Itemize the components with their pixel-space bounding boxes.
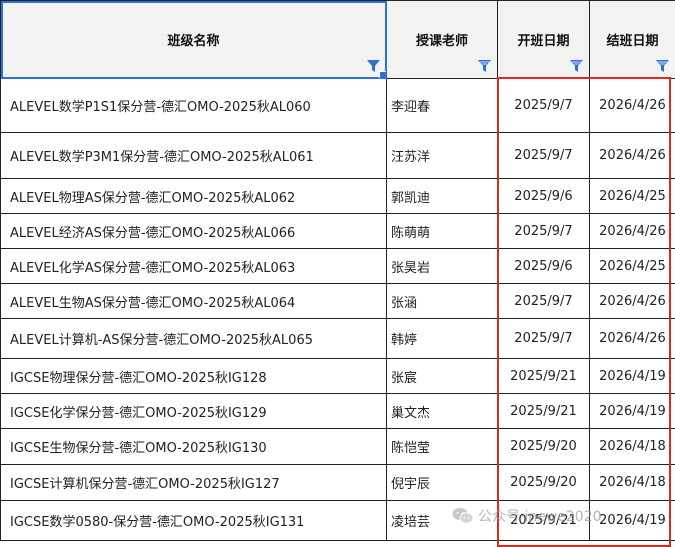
cell-teacher[interactable]: 张宸 bbox=[387, 359, 498, 394]
cell-start-date[interactable]: 2025/9/7 bbox=[498, 284, 590, 319]
table-row: ALEVEL经济AS保分营-德汇OMO-2025秋AL066 陈萌萌 2025/… bbox=[1, 214, 675, 249]
header-start-date[interactable]: 开班日期 bbox=[498, 1, 590, 79]
cell-start-date[interactable]: 2025/9/21 bbox=[498, 394, 590, 429]
spreadsheet-table: 班级名称 授课老师 开班日期 结班日期 ALEVEL数学P1S1保分营-德汇OM… bbox=[0, 0, 675, 541]
cell-teacher[interactable]: 陈恺莹 bbox=[387, 429, 498, 465]
filter-icon[interactable] bbox=[478, 60, 491, 72]
table-row: IGCSE物理保分营-德汇OMO-2025秋IG128 张宸 2025/9/21… bbox=[1, 359, 675, 394]
table-row: IGCSE数学0580-保分营-德汇OMO-2025秋IG131 凌培芸 202… bbox=[1, 501, 675, 541]
cell-end-date[interactable]: 2026/4/19 bbox=[590, 501, 675, 541]
cell-start-date[interactable]: 2025/9/6 bbox=[498, 249, 590, 284]
cell-class-name[interactable]: ALEVEL计算机-AS保分营-德汇OMO-2025秋AL065 bbox=[1, 319, 387, 359]
table-row: ALEVEL物理AS保分营-德汇OMO-2025秋AL062 郭凯迪 2025/… bbox=[1, 179, 675, 214]
cell-class-name[interactable]: ALEVEL物理AS保分营-德汇OMO-2025秋AL062 bbox=[1, 179, 387, 214]
header-row: 班级名称 授课老师 开班日期 结班日期 bbox=[1, 1, 675, 79]
cell-class-name[interactable]: IGCSE生物保分营-德汇OMO-2025秋IG130 bbox=[1, 429, 387, 465]
cell-start-date[interactable]: 2025/9/6 bbox=[498, 179, 590, 214]
cell-class-name[interactable]: ALEVEL数学P3M1保分营-德汇OMO-2025秋AL061 bbox=[1, 133, 387, 179]
cell-class-name[interactable]: IGCSE化学保分营-德汇OMO-2025秋IG129 bbox=[1, 394, 387, 429]
table-row: IGCSE化学保分营-德汇OMO-2025秋IG129 巢文杰 2025/9/2… bbox=[1, 394, 675, 429]
table-row: ALEVEL生物AS保分营-德汇OMO-2025秋AL064 张涵 2025/9… bbox=[1, 284, 675, 319]
cell-end-date[interactable]: 2026/4/26 bbox=[590, 79, 675, 133]
cell-end-date[interactable]: 2026/4/25 bbox=[590, 249, 675, 284]
header-teacher[interactable]: 授课老师 bbox=[387, 1, 498, 79]
cell-end-date[interactable]: 2026/4/25 bbox=[590, 179, 675, 214]
cell-end-date[interactable]: 2026/4/19 bbox=[590, 359, 675, 394]
cell-teacher[interactable]: 巢文杰 bbox=[387, 394, 498, 429]
cell-teacher[interactable]: 汪苏洋 bbox=[387, 133, 498, 179]
cell-class-name[interactable]: ALEVEL化学AS保分营-德汇OMO-2025秋AL063 bbox=[1, 249, 387, 284]
cell-start-date[interactable]: 2025/9/21 bbox=[498, 359, 590, 394]
cell-class-name[interactable]: ALEVEL数学P1S1保分营-德汇OMO-2025秋AL060 bbox=[1, 79, 387, 133]
table-row: ALEVEL计算机-AS保分营-德汇OMO-2025秋AL065 韩婷 2025… bbox=[1, 319, 675, 359]
cell-end-date[interactable]: 2026/4/26 bbox=[590, 214, 675, 249]
cell-start-date[interactable]: 2025/9/21 bbox=[498, 501, 590, 541]
table-row: ALEVEL数学P1S1保分营-德汇OMO-2025秋AL060 李迎春 202… bbox=[1, 79, 675, 133]
table-row: ALEVEL化学AS保分营-德汇OMO-2025秋AL063 张昊岩 2025/… bbox=[1, 249, 675, 284]
cell-end-date[interactable]: 2026/4/26 bbox=[590, 284, 675, 319]
cell-teacher[interactable]: 韩婷 bbox=[387, 319, 498, 359]
filter-icon[interactable] bbox=[570, 60, 583, 72]
header-teacher-label: 授课老师 bbox=[416, 34, 468, 49]
cell-teacher[interactable]: 李迎春 bbox=[387, 79, 498, 133]
header-end-date[interactable]: 结班日期 bbox=[590, 1, 675, 79]
cell-start-date[interactable]: 2025/9/7 bbox=[498, 319, 590, 359]
table-row: IGCSE计算机保分营-德汇OMO-2025秋IG127 倪宇辰 2025/9/… bbox=[1, 465, 675, 501]
cell-start-date[interactable]: 2025/9/7 bbox=[498, 133, 590, 179]
cell-start-date[interactable]: 2025/9/20 bbox=[498, 429, 590, 465]
cell-class-name[interactable]: IGCSE数学0580-保分营-德汇OMO-2025秋IG131 bbox=[1, 501, 387, 541]
cell-teacher[interactable]: 郭凯迪 bbox=[387, 179, 498, 214]
cell-end-date[interactable]: 2026/4/18 bbox=[590, 429, 675, 465]
cell-class-name[interactable]: ALEVEL经济AS保分营-德汇OMO-2025秋AL066 bbox=[1, 214, 387, 249]
cell-end-date[interactable]: 2026/4/18 bbox=[590, 465, 675, 501]
cell-teacher[interactable]: 张涵 bbox=[387, 284, 498, 319]
cell-start-date[interactable]: 2025/9/7 bbox=[498, 214, 590, 249]
selection-handle[interactable] bbox=[379, 71, 387, 79]
cell-end-date[interactable]: 2026/4/26 bbox=[590, 319, 675, 359]
cell-start-date[interactable]: 2025/9/7 bbox=[498, 79, 590, 133]
cell-teacher[interactable]: 陈萌萌 bbox=[387, 214, 498, 249]
header-start-date-label: 开班日期 bbox=[517, 34, 569, 49]
table-row: ALEVEL数学P3M1保分营-德汇OMO-2025秋AL061 汪苏洋 202… bbox=[1, 133, 675, 179]
table-row: IGCSE生物保分营-德汇OMO-2025秋IG130 陈恺莹 2025/9/2… bbox=[1, 429, 675, 465]
cell-class-name[interactable]: IGCSE物理保分营-德汇OMO-2025秋IG128 bbox=[1, 359, 387, 394]
cell-class-name[interactable]: IGCSE计算机保分营-德汇OMO-2025秋IG127 bbox=[1, 465, 387, 501]
cell-class-name[interactable]: ALEVEL生物AS保分营-德汇OMO-2025秋AL064 bbox=[1, 284, 387, 319]
header-class-name-label: 班级名称 bbox=[167, 34, 219, 49]
header-class-name[interactable]: 班级名称 bbox=[1, 1, 387, 79]
cell-teacher[interactable]: 倪宇辰 bbox=[387, 465, 498, 501]
cell-end-date[interactable]: 2026/4/26 bbox=[590, 133, 675, 179]
filter-icon[interactable] bbox=[656, 60, 669, 72]
cell-teacher[interactable]: 凌培芸 bbox=[387, 501, 498, 541]
cell-end-date[interactable]: 2026/4/19 bbox=[590, 394, 675, 429]
cell-start-date[interactable]: 2025/9/20 bbox=[498, 465, 590, 501]
header-end-date-label: 结班日期 bbox=[606, 34, 658, 49]
cell-teacher[interactable]: 张昊岩 bbox=[387, 249, 498, 284]
